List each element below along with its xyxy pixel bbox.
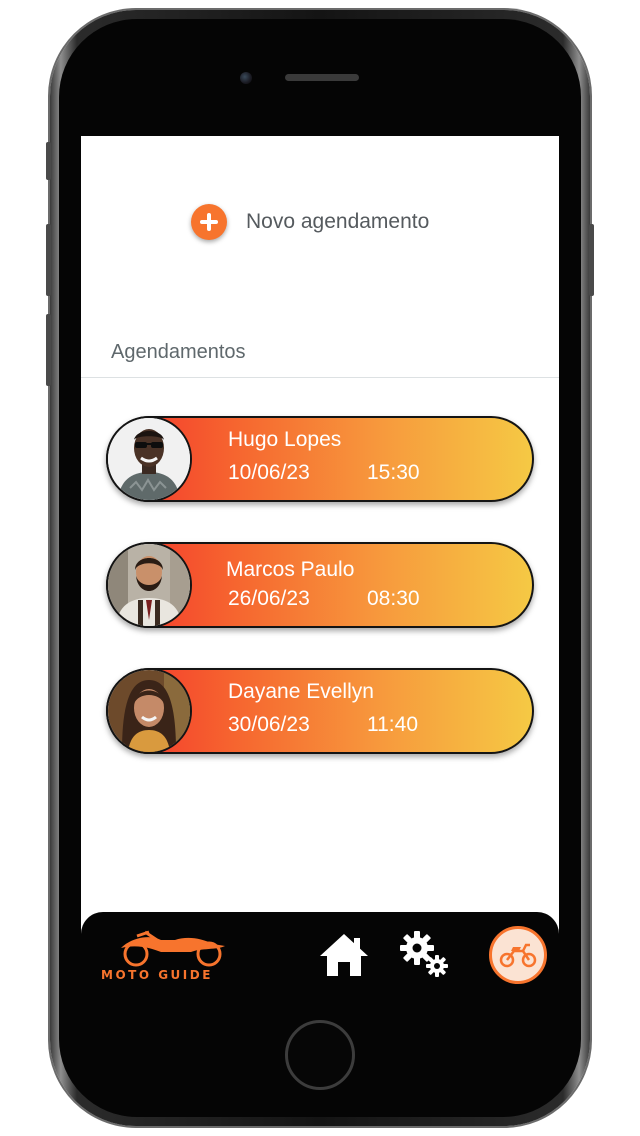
section-divider [81,377,559,378]
avatar [106,668,192,754]
app-screen: Novo agendamento Agendamentos Hugo Lopes… [81,136,559,1000]
appointment-date: 26/06/23 [228,587,310,610]
new-appointment-label: Novo agendamento [246,210,430,233]
appointment-time: 15:30 [367,461,420,484]
new-appointment-button[interactable]: Novo agendamento [191,204,429,240]
logo-text: MOTO GUIDE [101,968,213,982]
motorcycle-nav-button[interactable] [489,926,547,984]
appointment-time: 11:40 [367,713,418,736]
motorcycle-logo-icon [121,930,225,967]
client-name: Hugo Lopes [228,428,342,451]
appointment-date: 30/06/23 [228,713,310,736]
power-button [589,224,594,296]
motorcycle-icon [499,943,537,968]
plus-circle-icon[interactable] [191,204,227,240]
volume-up-button [46,224,51,296]
appointment-card[interactable]: Marcos Paulo 26/06/23 08:30 [106,542,534,628]
client-name: Marcos Paulo [226,558,355,581]
bottom-nav-bar: MOTO GUIDE [81,912,559,1000]
section-title: Agendamentos [111,341,246,363]
front-camera [240,72,252,84]
home-icon[interactable] [319,932,369,978]
earpiece-speaker [285,74,359,81]
home-button[interactable] [285,1020,355,1090]
mute-switch [46,142,51,180]
moto-guide-logo: MOTO GUIDE [101,928,241,988]
appointment-card[interactable]: Hugo Lopes 10/06/23 15:30 [106,416,534,502]
appointment-date: 10/06/23 [228,461,310,484]
appointment-time: 08:30 [367,587,420,610]
settings-gears-icon[interactable] [397,928,453,980]
appointment-card[interactable]: Dayane Evellyn 30/06/23 11:40 [106,668,534,754]
avatar [106,416,192,502]
avatar [106,542,192,628]
volume-down-button [46,314,51,386]
client-name: Dayane Evellyn [228,680,374,703]
